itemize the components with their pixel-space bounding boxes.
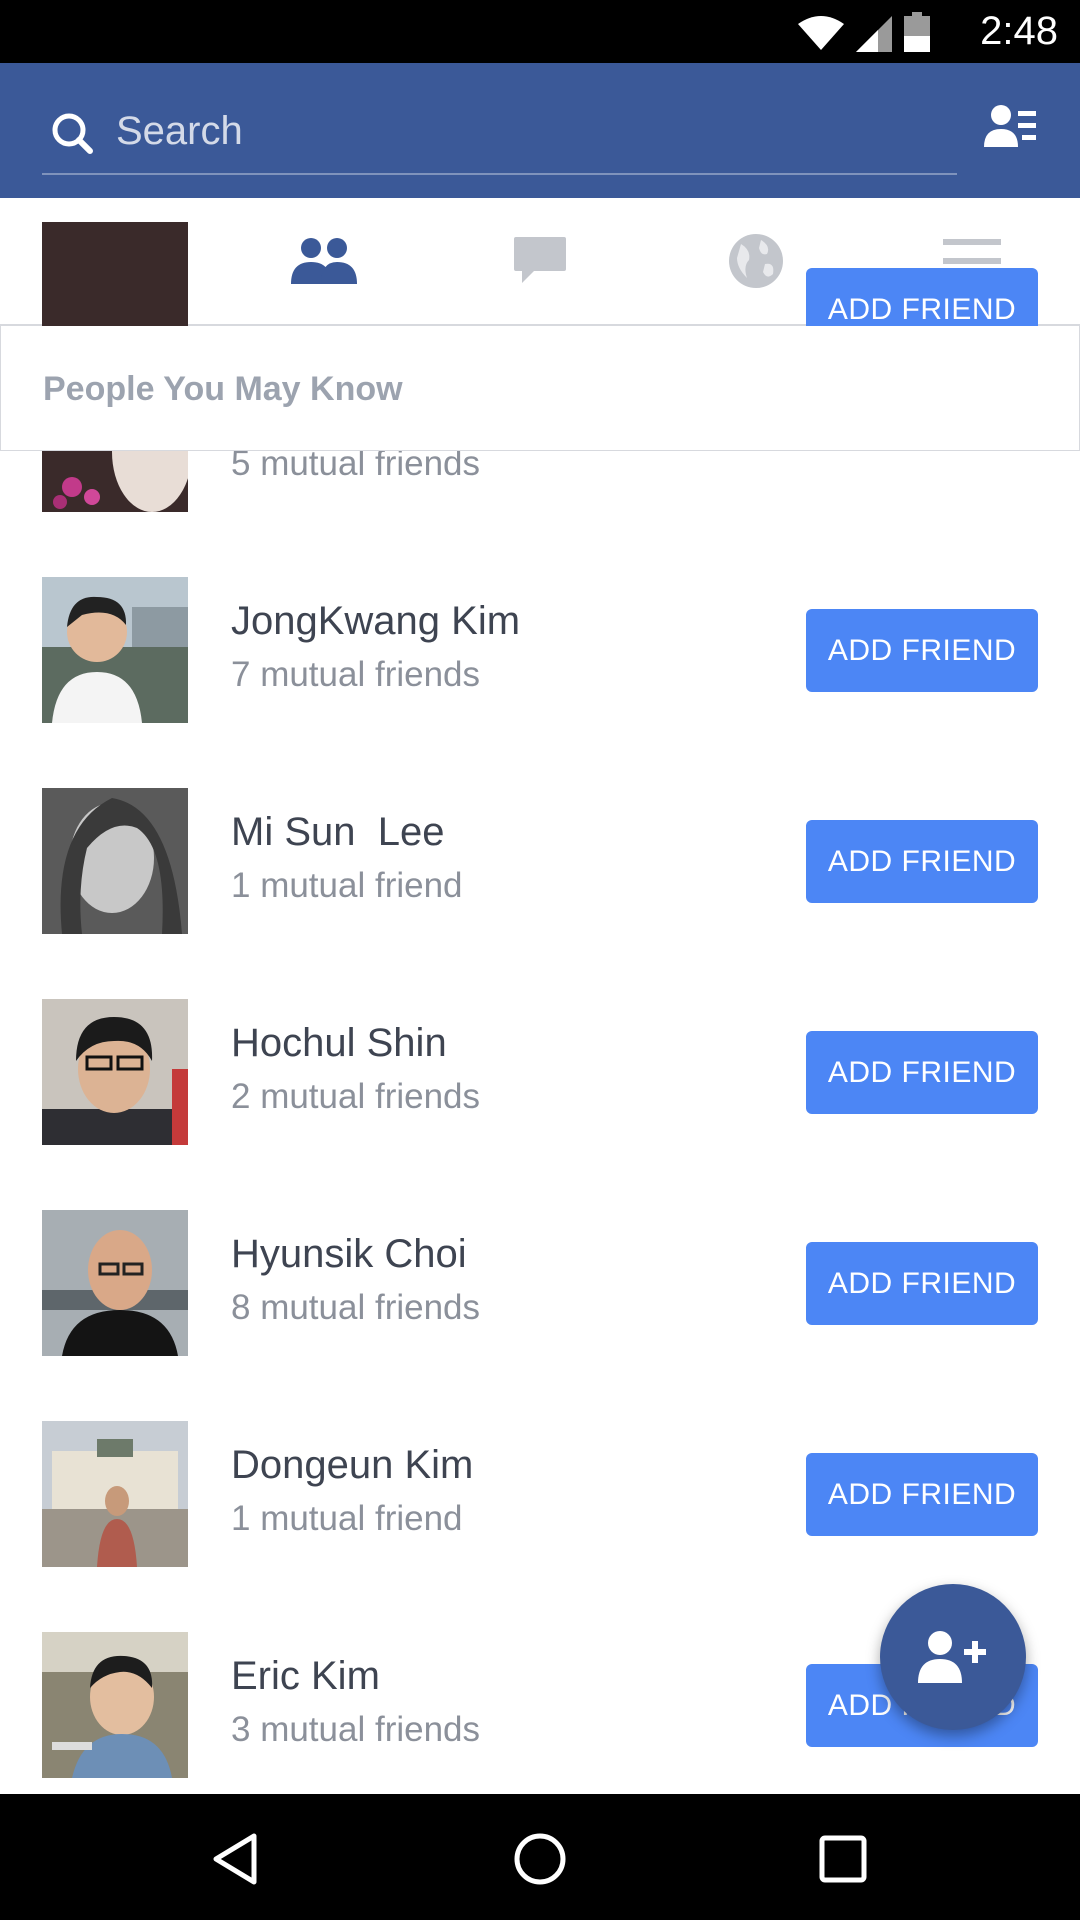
avatar-photo — [42, 577, 188, 723]
avatar-photo — [42, 1632, 188, 1778]
person-name[interactable]: Hyunsik Choi — [231, 1232, 467, 1277]
person-name[interactable]: JongKwang Kim — [231, 599, 520, 644]
list-item[interactable]: JongKwang Kim 7 mutual friends ADD FRIEN… — [0, 577, 1080, 788]
mutual-friends: 2 mutual friends — [231, 1077, 481, 1116]
add-friend-button[interactable]: ADD FRIEND — [806, 820, 1038, 903]
recents-button[interactable] — [808, 1824, 878, 1894]
status-time: 2:48 — [980, 9, 1058, 53]
add-friend-button[interactable]: ADD FRIEND — [806, 609, 1038, 692]
person-name[interactable]: Mi Sun Lee — [231, 810, 444, 855]
avatar[interactable] — [42, 788, 188, 934]
status-bar: 2:48 — [0, 0, 1080, 63]
top-app-bar: Search — [0, 63, 1080, 198]
avatar[interactable] — [42, 577, 188, 723]
person-name[interactable]: Dongeun Kim — [231, 1443, 473, 1488]
add-friend-button[interactable]: ADD FRIEND — [806, 1031, 1038, 1114]
friend-requests-icon[interactable] — [984, 101, 1038, 155]
avatar-photo — [42, 999, 188, 1145]
battery-icon — [904, 12, 930, 52]
search-input[interactable]: Search — [116, 109, 243, 154]
recents-icon — [819, 1835, 867, 1883]
avatar-photo — [42, 1421, 188, 1567]
list-item[interactable]: Hochul Shin 2 mutual friends ADD FRIEND — [0, 999, 1080, 1210]
friends-icon — [291, 238, 357, 284]
chat-icon — [514, 237, 566, 283]
section-header: People You May Know — [0, 326, 1080, 451]
mutual-friends: 1 mutual friend — [231, 1499, 463, 1538]
person-name[interactable]: Eric Kim — [231, 1654, 380, 1699]
home-icon — [514, 1833, 566, 1885]
avatar[interactable] — [42, 1632, 188, 1778]
list-item[interactable]: Mi Sun Lee 1 mutual friend ADD FRIEND — [0, 788, 1080, 999]
system-nav-bar — [0, 1794, 1080, 1920]
avatar[interactable] — [42, 1421, 188, 1567]
mutual-friends: 3 mutual friends — [231, 1710, 481, 1749]
avatar-photo — [42, 788, 188, 934]
mutual-friends: 8 mutual friends — [231, 1288, 481, 1327]
search-bar[interactable]: Search — [42, 93, 957, 175]
add-person-icon — [918, 1631, 986, 1683]
status-icons — [798, 12, 930, 52]
add-friend-fab[interactable] — [880, 1584, 1026, 1730]
mutual-friends: 7 mutual friends — [231, 655, 481, 694]
search-icon — [52, 113, 93, 154]
section-title: People You May Know — [43, 370, 403, 408]
signal-icon — [856, 16, 892, 52]
avatar-photo — [42, 1210, 188, 1356]
avatar[interactable] — [42, 1210, 188, 1356]
list-item[interactable]: Hyunsik Choi 8 mutual friends ADD FRIEND — [0, 1210, 1080, 1421]
add-friend-button[interactable]: ADD FRIEND — [806, 1242, 1038, 1325]
avatar[interactable] — [42, 999, 188, 1145]
person-name[interactable]: Hochul Shin — [231, 1021, 447, 1066]
tab-friends[interactable] — [216, 198, 432, 324]
wifi-icon — [798, 16, 844, 50]
home-button[interactable] — [505, 1824, 575, 1894]
tab-messages[interactable] — [432, 198, 648, 324]
back-button[interactable] — [200, 1824, 270, 1894]
mutual-friends: 1 mutual friend — [231, 866, 463, 905]
globe-icon — [729, 234, 783, 288]
back-icon — [213, 1833, 257, 1885]
add-friend-button[interactable]: ADD FRIEND — [806, 1453, 1038, 1536]
